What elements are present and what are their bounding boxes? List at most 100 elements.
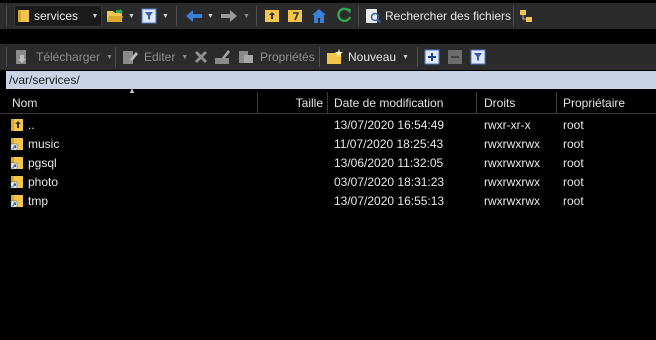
file-rights: rwxrwxrwx — [484, 175, 540, 189]
column-header-owner[interactable]: Propriétaire — [563, 92, 625, 114]
file-name: music — [28, 137, 60, 151]
tree-view-button[interactable] — [518, 5, 534, 27]
folder-icon — [18, 10, 29, 22]
column-header-modified[interactable]: Date de modification — [334, 92, 443, 114]
delete-button[interactable] — [193, 46, 209, 68]
edit-icon — [123, 51, 138, 64]
separator — [176, 6, 177, 26]
file-toolbar: Télécharger ▼ Editer ▼ Propriétés Nouvea… — [0, 44, 656, 70]
filter-selection-button[interactable] — [470, 46, 486, 68]
file-modified: 11/07/2020 18:25:43 — [334, 137, 444, 151]
file-row-parent[interactable]: .. 13/07/2020 16:54:49 rwxr-xr-x root — [0, 116, 656, 135]
path-bar[interactable]: /var/services/ — [6, 71, 656, 89]
filter-dropdown[interactable]: ▼ — [162, 5, 169, 27]
column-header-size[interactable]: Taille — [258, 92, 323, 114]
properties-label: Propriétés — [260, 50, 315, 64]
separator — [513, 6, 514, 26]
unselect-all-button[interactable] — [447, 46, 463, 68]
edit-button[interactable]: Editer ▼ — [122, 46, 188, 68]
file-name: pgsql — [28, 156, 57, 170]
rename-icon — [215, 50, 230, 64]
filter-icon — [470, 49, 486, 65]
download-icon — [16, 50, 26, 64]
file-owner: root — [563, 137, 584, 151]
separator — [115, 47, 116, 67]
open-folder-dropdown[interactable]: ▼ — [128, 5, 135, 27]
folder-combo-value: services — [34, 9, 79, 23]
folder-combo[interactable]: services ▼ — [14, 5, 102, 27]
file-rights: rwxrwxrwx — [484, 194, 540, 208]
properties-button[interactable]: Propriétés — [238, 46, 315, 68]
toolbar-grip — [6, 6, 7, 26]
search-icon — [366, 9, 381, 24]
plus-icon — [424, 49, 440, 65]
column-header-rights[interactable]: Droits — [484, 92, 515, 114]
new-label: Nouveau — [348, 50, 397, 64]
file-owner: root — [563, 118, 584, 132]
separator — [256, 6, 257, 26]
file-rights: rwxr-xr-x — [484, 118, 531, 132]
column-header-name[interactable]: Nom — [12, 92, 37, 114]
parent-directory-button[interactable] — [264, 5, 280, 27]
open-folder-icon — [107, 9, 123, 22]
chevron-down-icon[interactable]: ▼ — [89, 6, 101, 26]
file-row-pgsql[interactable]: pgsql 13/06/2020 11:32:05 rwxrwxrwx root — [0, 154, 656, 173]
file-owner: root — [563, 194, 584, 208]
file-row-music[interactable]: music 11/07/2020 18:25:43 rwxrwxrwx root — [0, 135, 656, 154]
back-dropdown[interactable]: ▼ — [207, 5, 214, 27]
refresh-icon — [337, 7, 352, 23]
properties-icon — [239, 51, 253, 63]
search-files-button[interactable]: Rechercher des fichiers — [365, 5, 511, 27]
select-all-button[interactable] — [424, 46, 440, 68]
home-directory-button[interactable] — [311, 5, 327, 27]
column-separator[interactable] — [327, 92, 328, 114]
download-button[interactable]: Télécharger ▼ — [14, 46, 113, 68]
column-separator[interactable] — [476, 92, 477, 114]
forward-dropdown[interactable]: ▼ — [243, 5, 250, 27]
chevron-down-icon: ▼ — [402, 53, 409, 61]
file-row-photo[interactable]: photo 03/07/2020 18:31:23 rwxrwxrwx root — [0, 173, 656, 192]
file-name: .. — [28, 118, 35, 132]
chevron-down-icon: ▼ — [106, 53, 113, 61]
arrow-right-icon — [221, 10, 237, 22]
file-modified: 13/07/2020 16:54:49 — [334, 118, 445, 132]
file-list-header: Nom Taille Date de modification Droits P… — [0, 92, 656, 114]
refresh-button[interactable] — [335, 5, 353, 27]
file-modified: 13/06/2020 11:32:05 — [334, 156, 444, 170]
edit-label: Editer — [144, 50, 176, 64]
folder-link-icon — [10, 135, 24, 154]
folder-link-icon — [10, 192, 24, 211]
open-folder-button[interactable] — [106, 5, 124, 27]
arrow-left-icon — [186, 10, 202, 22]
parent-folder-icon — [10, 116, 24, 135]
forward-button[interactable] — [219, 5, 239, 27]
toolbar-grip — [6, 47, 7, 67]
main-toolbar: services ▼ ▼ ▼ ▼ ▼ Rechercher des fichie… — [0, 3, 656, 29]
back-button[interactable] — [184, 5, 204, 27]
rename-button[interactable] — [214, 46, 232, 68]
minus-icon — [448, 50, 462, 64]
file-owner: root — [563, 156, 584, 170]
parent-folder-icon — [265, 10, 279, 22]
file-modified: 13/07/2020 16:55:13 — [334, 194, 445, 208]
new-folder-icon — [327, 49, 343, 64]
file-rights: rwxrwxrwx — [484, 156, 540, 170]
file-name: tmp — [28, 194, 49, 208]
separator — [417, 47, 418, 67]
download-label: Télécharger — [36, 50, 101, 64]
folder-link-icon — [10, 154, 24, 173]
file-row-tmp[interactable]: tmp 13/07/2020 16:55:13 rwxrwxrwx root — [0, 192, 656, 211]
file-modified: 03/07/2020 18:31:23 — [334, 175, 445, 189]
column-separator[interactable] — [556, 92, 557, 114]
new-button[interactable]: Nouveau ▼ — [326, 46, 409, 68]
filter-button[interactable] — [141, 5, 157, 27]
root-folder-icon — [288, 10, 302, 22]
separator — [319, 47, 320, 67]
file-name: photo — [28, 175, 59, 189]
file-rights: rwxrwxrwx — [484, 137, 540, 151]
search-files-label: Rechercher des fichiers — [385, 9, 512, 23]
root-directory-button[interactable] — [287, 5, 303, 27]
chevron-down-icon: ▼ — [181, 53, 189, 61]
separator — [358, 6, 359, 26]
file-owner: root — [563, 175, 584, 189]
